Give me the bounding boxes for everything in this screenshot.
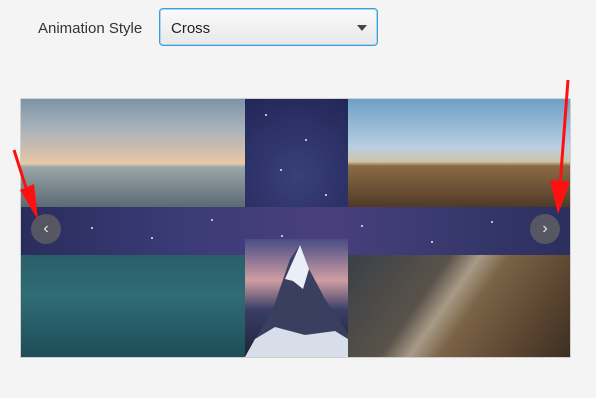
next-button[interactable]: › xyxy=(530,214,560,244)
red-arrow-right-icon xyxy=(550,79,570,214)
image-carousel[interactable] xyxy=(20,98,571,358)
chevron-right-icon: › xyxy=(542,220,548,237)
animation-style-label: Animation Style xyxy=(38,20,143,37)
red-arrow-left-icon xyxy=(12,149,38,220)
cliff-coast-tile xyxy=(348,99,570,207)
animation-style-dropdown[interactable]: Cross xyxy=(159,8,378,46)
rocky-shore-tile xyxy=(348,255,570,357)
teal-sea-tile xyxy=(21,255,245,357)
animation-style-value: Cross xyxy=(171,20,211,37)
snowy-mountain-tile xyxy=(245,239,348,357)
chevron-down-icon[interactable] xyxy=(357,25,367,31)
